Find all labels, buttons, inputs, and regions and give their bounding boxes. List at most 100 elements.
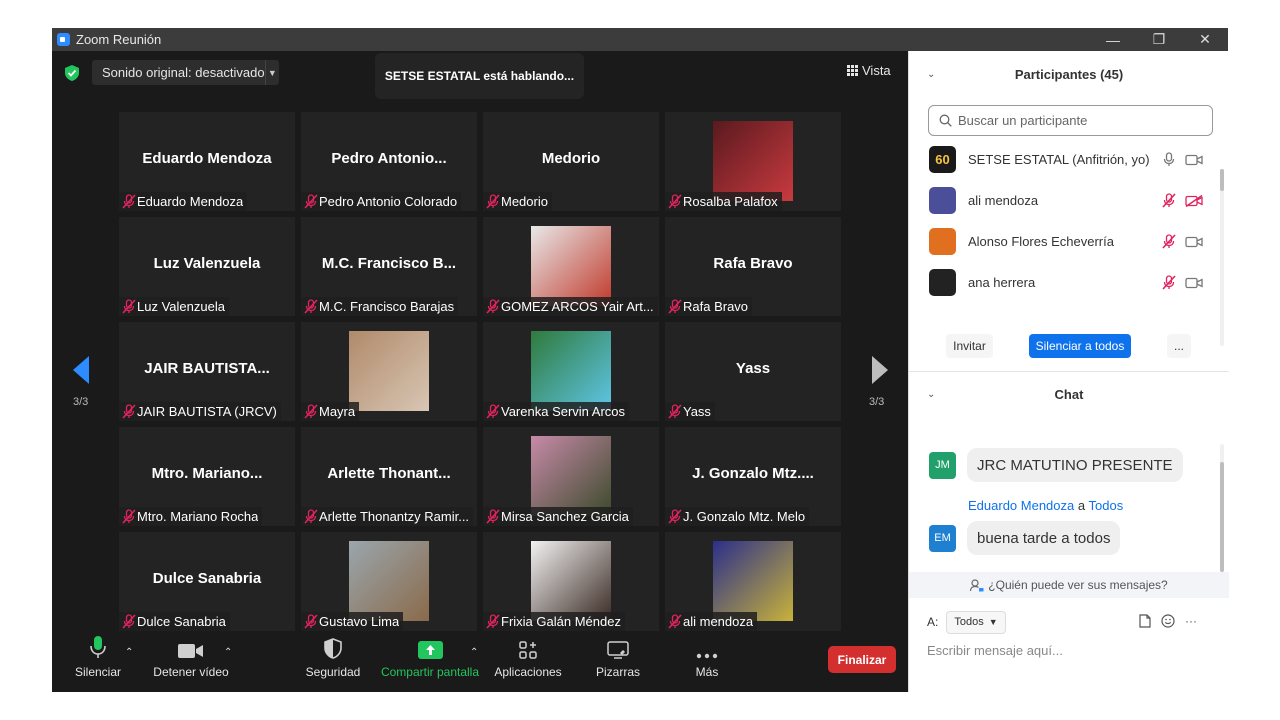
mute-button[interactable]: Silenciar: [70, 632, 126, 692]
participant-video-tile[interactable]: Frixia Galán Méndez: [483, 532, 659, 631]
previous-page-arrow-icon[interactable]: [69, 352, 93, 388]
participant-video-tile[interactable]: JAIR BAUTISTA... JAIR BAUTISTA (JRCV): [119, 322, 295, 421]
mic-muted-icon: [122, 509, 136, 524]
participant-video-tile[interactable]: Mtro. Mariano... Mtro. Mariano Rocha: [119, 427, 295, 526]
who-can-see-messages[interactable]: ¿Quién puede ver sus mensajes?: [909, 572, 1229, 598]
recipient-dropdown[interactable]: Todos ▼: [946, 610, 1006, 634]
view-button[interactable]: Vista: [847, 63, 891, 78]
participants-more-button[interactable]: ...: [1167, 334, 1191, 358]
participant-row[interactable]: Alonso Flores Echeverría: [929, 221, 1209, 262]
mic-status: [301, 402, 319, 421]
share-screen-button[interactable]: Compartir pantalla: [379, 632, 481, 692]
mic-muted-icon[interactable]: [1162, 193, 1176, 208]
participant-row[interactable]: ali mendoza: [929, 180, 1209, 221]
mic-status: [301, 612, 319, 631]
video-camera-icon[interactable]: [1185, 236, 1203, 248]
participant-video-tile[interactable]: Luz Valenzuela Luz Valenzuela: [119, 217, 295, 316]
mic-status: [483, 612, 501, 631]
apps-button[interactable]: Aplicaciones: [492, 632, 564, 692]
participant-name-label: Arlette Thonantzy Ramir...: [301, 507, 474, 526]
video-off-icon[interactable]: [1185, 194, 1203, 207]
audio-options-caret-icon[interactable]: ⌃: [125, 647, 133, 658]
grid-view-icon: [847, 65, 858, 76]
chat-scroll-thumb[interactable]: [1220, 462, 1224, 572]
participant-name: Varenka Servin Arcos: [501, 404, 626, 419]
participant-video-tile[interactable]: Dulce Sanabria Dulce Sanabria: [119, 532, 295, 631]
restore-button[interactable]: ❐: [1136, 28, 1182, 51]
next-page-arrow-icon[interactable]: [868, 352, 892, 388]
microphone-icon: [90, 636, 106, 658]
mic-muted-icon: [486, 614, 500, 629]
original-sound-dropdown[interactable]: Sonido original: desactivado ▼: [92, 60, 279, 85]
emoji-icon[interactable]: [1161, 614, 1175, 628]
microphone-icon[interactable]: [1162, 152, 1176, 167]
participant-video-tile[interactable]: Medorio Medorio: [483, 112, 659, 211]
participant-video-tile[interactable]: Mayra: [301, 322, 477, 421]
mic-status: [665, 402, 683, 421]
participant-video-tile[interactable]: Mirsa Sanchez Garcia: [483, 427, 659, 526]
who-can-see-label: ¿Quién puede ver sus mensajes?: [988, 578, 1168, 592]
title-bar: Zoom Reunión — ❐ ✕: [52, 28, 1228, 51]
invite-button[interactable]: Invitar: [946, 334, 993, 358]
mic-muted-icon[interactable]: [1162, 234, 1176, 249]
share-options-caret-icon[interactable]: ⌃: [470, 647, 478, 658]
mic-status: [665, 297, 683, 316]
mute-all-button[interactable]: Silenciar a todos: [1029, 334, 1131, 358]
mic-muted-icon: [122, 194, 136, 209]
more-button[interactable]: Más: [689, 632, 725, 692]
participant-video-tile[interactable]: Eduardo Mendoza Eduardo Mendoza: [119, 112, 295, 211]
participant-video-tile[interactable]: ali mendoza: [665, 532, 841, 631]
participant-avatar: [929, 228, 956, 255]
participants-scroll-thumb[interactable]: [1220, 169, 1224, 191]
participant-row[interactable]: ana herrera: [929, 262, 1209, 303]
participant-video-tile[interactable]: Yass Yass: [665, 322, 841, 421]
chat-message-text: JRC MATUTINO PRESENTE: [967, 448, 1183, 482]
chevron-down-icon[interactable]: ⌄: [927, 69, 935, 80]
participant-video-tile[interactable]: Gustavo Lima: [301, 532, 477, 631]
chat-avatar: JM: [929, 451, 956, 479]
chevron-down-icon[interactable]: ⌄: [927, 389, 935, 400]
participant-video-tile[interactable]: Arlette Thonant... Arlette Thonantzy Rami…: [301, 427, 477, 526]
chat-message-input[interactable]: [927, 640, 1217, 660]
end-meeting-button[interactable]: Finalizar: [828, 646, 896, 673]
participant-video-frame: [531, 331, 611, 411]
participant-video-tile[interactable]: Pedro Antonio... Pedro Antonio Colorado: [301, 112, 477, 211]
participant-video-tile[interactable]: Rafa Bravo Rafa Bravo: [665, 217, 841, 316]
participant-name: Mtro. Mariano Rocha: [137, 509, 259, 524]
stop-video-button[interactable]: Detener vídeo: [152, 632, 230, 692]
mic-muted-icon[interactable]: [1162, 275, 1176, 290]
participant-row[interactable]: 60 SETSE ESTATAL (Anfitrión, yo): [929, 139, 1209, 180]
participant-video-tile[interactable]: GOMEZ ARCOS Yair Art...: [483, 217, 659, 316]
participant-search[interactable]: Buscar un participante: [928, 105, 1213, 136]
participant-video-tile[interactable]: Varenka Servin Arcos: [483, 322, 659, 421]
file-icon[interactable]: [1139, 614, 1151, 628]
participant-video-frame: [531, 436, 611, 516]
close-button[interactable]: ✕: [1182, 28, 1228, 51]
chat-sender-name[interactable]: Eduardo Mendoza: [968, 498, 1074, 513]
mic-muted-icon: [486, 194, 500, 209]
participant-video-tile[interactable]: J. Gonzalo Mtz.... J. Gonzalo Mtz. Melo: [665, 427, 841, 526]
participant-video-tile[interactable]: M.C. Francisco B... M.C. Francisco Baraja…: [301, 217, 477, 316]
zoom-app-icon: [57, 33, 70, 46]
video-options-caret-icon[interactable]: ⌃: [224, 647, 232, 658]
more-dots-icon: [696, 653, 718, 659]
search-icon: [939, 114, 952, 127]
minimize-button[interactable]: —: [1090, 28, 1136, 51]
chat-more-button[interactable]: ···: [1185, 614, 1197, 628]
chat-recipient-name[interactable]: Todos: [1089, 498, 1124, 513]
chat-scrollbar[interactable]: [1220, 444, 1224, 572]
participant-display-name: Mtro. Mariano...: [151, 465, 263, 482]
whiteboards-button[interactable]: Pizarras: [592, 632, 644, 692]
security-button[interactable]: Seguridad: [304, 632, 362, 692]
person-lock-icon: [970, 578, 984, 591]
encryption-shield-icon[interactable]: [65, 65, 79, 81]
video-camera-icon[interactable]: [1185, 154, 1203, 166]
apps-label: Aplicaciones: [494, 665, 562, 679]
participant-name-label: GOMEZ ARCOS Yair Art...: [483, 297, 658, 316]
participants-scrollbar[interactable]: [1220, 169, 1224, 346]
video-camera-icon[interactable]: [1185, 277, 1203, 289]
chevron-down-icon[interactable]: ▼: [264, 60, 279, 85]
participant-name-label: J. Gonzalo Mtz. Melo: [665, 507, 810, 526]
participant-video-tile[interactable]: Rosalba Palafox: [665, 112, 841, 211]
participant-name: Gustavo Lima: [319, 614, 400, 629]
